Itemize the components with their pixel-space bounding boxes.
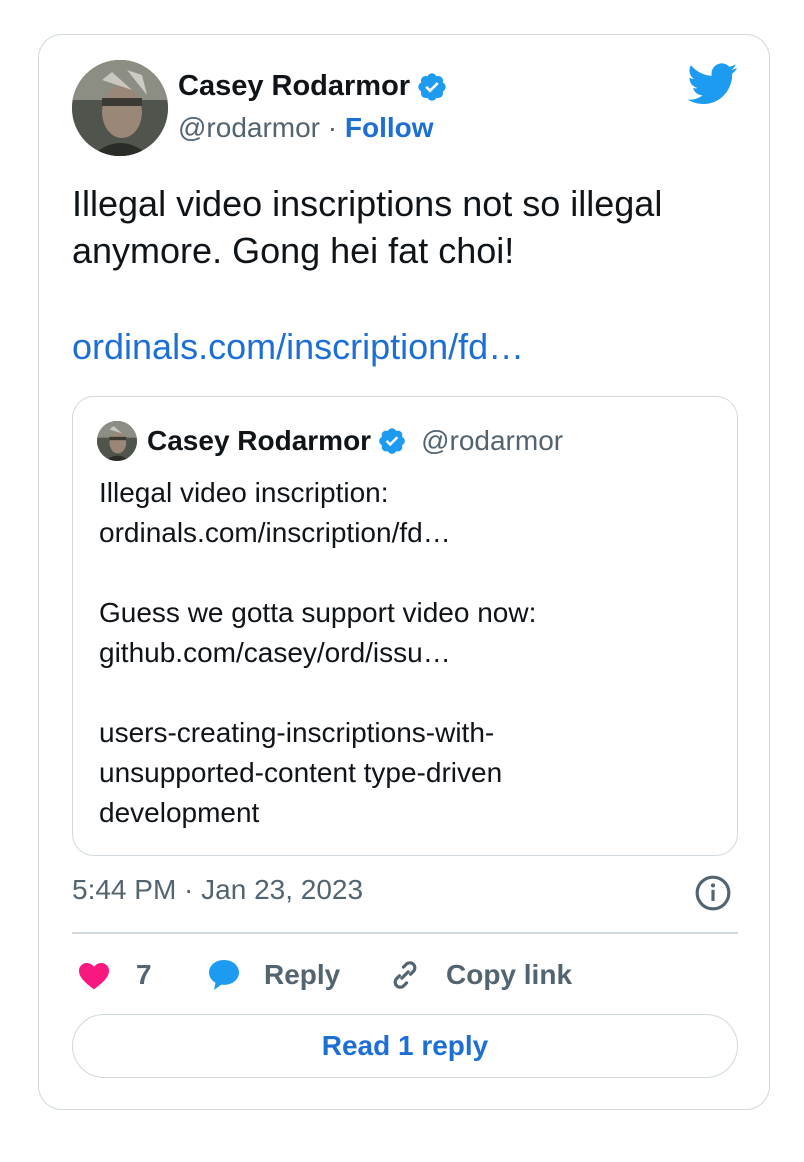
quoted-author-name[interactable]: Casey Rodarmor — [147, 425, 371, 457]
tweet-text: Illegal video inscriptions not so illega… — [72, 183, 663, 271]
quoted-link: ordinals.com/inscription/fd… — [99, 517, 451, 548]
copy-link-label: Copy link — [446, 959, 573, 990]
quoted-line: development — [99, 797, 260, 828]
like-button[interactable]: 7 — [76, 950, 152, 1000]
tweet-timestamp[interactable]: 5:44 PM · Jan 23, 2023 — [72, 874, 363, 906]
quoted-tweet-body: Illegal video inscription: ordinals.com/… — [99, 473, 719, 833]
twitter-bird-icon[interactable] — [688, 62, 738, 106]
link-chain-icon — [393, 961, 417, 989]
verified-badge-icon — [379, 428, 405, 454]
quoted-header: Casey Rodarmor @rodarmor — [147, 425, 563, 457]
verified-badge-icon — [418, 72, 446, 101]
author-handle[interactable]: @rodarmor — [178, 112, 320, 143]
reply-label: Reply — [264, 959, 341, 990]
follow-button[interactable]: Follow — [345, 112, 434, 143]
divider — [72, 932, 738, 934]
quoted-line: Illegal video inscription: — [99, 477, 389, 508]
quoted-tweet[interactable]: Casey Rodarmor @rodarmor Illegal video i… — [72, 396, 738, 856]
author-name[interactable]: Casey Rodarmor — [178, 70, 410, 103]
quoted-author-handle: @rodarmor — [421, 425, 564, 456]
action-bar: 7 Reply Copy link — [72, 950, 738, 1000]
author-handle-row: @rodarmor · Follow — [178, 112, 434, 144]
handle-separator: · — [327, 112, 338, 143]
info-icon[interactable] — [694, 874, 732, 912]
quoted-link: github.com/casey/ord/issu… — [99, 637, 451, 668]
copy-link-button[interactable]: Copy link — [386, 950, 572, 1000]
quoted-author-avatar[interactable] — [97, 421, 137, 461]
quoted-line: Guess we gotta support video now: — [99, 597, 537, 628]
quoted-line: users-creating-inscriptions-with- — [99, 717, 495, 748]
like-count: 7 — [136, 959, 152, 990]
tweet-link[interactable]: ordinals.com/inscription/fd… — [72, 326, 524, 368]
read-replies-button[interactable]: Read 1 reply — [72, 1014, 738, 1078]
quoted-line: unsupported-content type-driven — [99, 757, 503, 788]
speech-bubble-icon — [209, 960, 239, 990]
author-name-row[interactable]: Casey Rodarmor — [178, 70, 448, 103]
heart-icon — [79, 963, 109, 990]
quoted-line-gap — [99, 553, 719, 593]
reply-button[interactable]: Reply — [204, 950, 340, 1000]
author-avatar[interactable] — [72, 60, 168, 156]
quoted-line-gap — [99, 673, 719, 713]
